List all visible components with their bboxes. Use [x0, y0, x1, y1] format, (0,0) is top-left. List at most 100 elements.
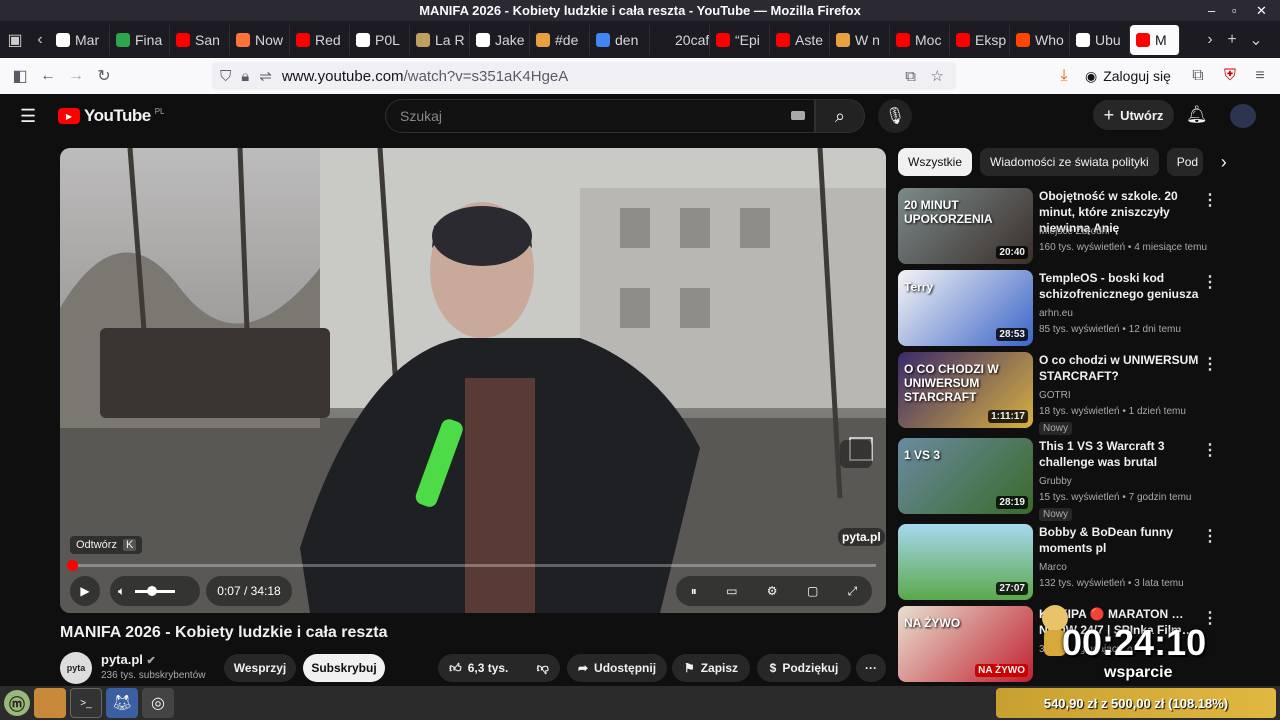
- account-button[interactable]: ◉ Zaloguj się: [1085, 64, 1171, 88]
- search-button[interactable]: ⌕: [815, 99, 865, 133]
- related-channel[interactable]: arhn.eu: [1039, 306, 1229, 322]
- ublock-icon[interactable]: ⛨: [1216, 62, 1244, 90]
- back-icon[interactable]: ←: [34, 62, 62, 90]
- share-button[interactable]: ➦ Udostępnij: [567, 654, 667, 682]
- terminal-icon[interactable]: >_: [70, 688, 102, 718]
- tab-8[interactable]: #de: [530, 24, 590, 55]
- start-menu-icon[interactable]: ⓜ: [4, 690, 30, 716]
- keyboard-icon[interactable]: [791, 111, 805, 120]
- video-thumbnail[interactable]: 20 MINUT UPOKORZENIA 20:40: [898, 188, 1033, 264]
- related-title[interactable]: Bobby & BoDean funny moments pl: [1039, 524, 1204, 556]
- tab-16[interactable]: Who: [1010, 24, 1070, 55]
- more-options-icon[interactable]: ⋮: [1202, 354, 1218, 374]
- minimize-button[interactable]: –: [1208, 0, 1215, 21]
- dislike-button[interactable]: 👎︎: [537, 661, 549, 676]
- channel-avatar[interactable]: pyta: [60, 652, 92, 684]
- related-channel[interactable]: GOTRI: [1039, 388, 1229, 404]
- chip-all[interactable]: Wszystkie: [898, 148, 972, 176]
- bookmark-star-icon[interactable]: ☆: [931, 67, 944, 85]
- fullscreen-icon[interactable]: ⤢: [848, 584, 858, 599]
- tab-2[interactable]: San: [170, 24, 230, 55]
- tabs-scroll-right-icon[interactable]: ›: [1200, 26, 1220, 54]
- sidebar-toggle-icon[interactable]: ◧: [6, 62, 34, 90]
- channel-name[interactable]: pyta.pl ✔: [101, 652, 156, 667]
- maximize-button[interactable]: ▫: [1232, 0, 1237, 21]
- video-player[interactable]: pyta.pl Odtwórz K ▶ 🔈︎ 0:07 / 34:18 ⏸ ▭ ⚙…: [60, 148, 886, 613]
- volume-control[interactable]: 🔈︎: [110, 576, 200, 606]
- tab-15[interactable]: Eksp: [950, 24, 1010, 55]
- voice-search-button[interactable]: 🎙︎: [878, 99, 912, 133]
- channel-watermark[interactable]: pyta.pl: [838, 528, 885, 546]
- video-thumbnail[interactable]: Terry 28:53: [898, 270, 1033, 346]
- tab-list-icon[interactable]: ▣: [0, 26, 30, 54]
- progress-scrubber[interactable]: [67, 560, 78, 571]
- tab-14[interactable]: Moc: [890, 24, 950, 55]
- files-icon[interactable]: [34, 688, 66, 718]
- reader-view-icon[interactable]: ⧉: [905, 68, 916, 85]
- related-channel[interactable]: Grubby: [1039, 474, 1229, 490]
- obs-icon[interactable]: ◎: [142, 688, 174, 718]
- related-video[interactable]: Terry 28:53 TempleOS - boski kod schizofre…: [898, 270, 1218, 348]
- tab-7[interactable]: Jake: [470, 24, 530, 55]
- more-options-icon[interactable]: ⋮: [1202, 526, 1218, 546]
- tab-9[interactable]: den: [590, 24, 650, 55]
- create-button[interactable]: + Utwórz: [1093, 100, 1174, 130]
- reload-icon[interactable]: ↻: [90, 62, 118, 90]
- permissions-icon[interactable]: ⇌: [259, 67, 272, 85]
- subscribe-button[interactable]: Subskrybuj: [303, 654, 385, 682]
- tabs-scroll-left-icon[interactable]: ‹: [30, 26, 50, 54]
- notifications-bell-icon[interactable]: 🔔︎: [1186, 105, 1208, 125]
- thanks-button[interactable]: $ Podziękuj: [757, 654, 851, 682]
- related-title[interactable]: TempleOS - boski kod schizofrenicznego g…: [1039, 270, 1204, 302]
- avatar[interactable]: [1230, 104, 1256, 128]
- tab-3[interactable]: Now: [230, 24, 290, 55]
- tab-overflow-icon[interactable]: ⌄: [1244, 26, 1268, 54]
- support-button[interactable]: Wesprzyj: [224, 654, 296, 682]
- related-channel[interactable]: Marco: [1039, 560, 1229, 576]
- more-options-icon[interactable]: ⋮: [1202, 190, 1218, 210]
- tab-12[interactable]: Aste: [770, 24, 830, 55]
- forward-icon[interactable]: →: [62, 62, 90, 90]
- extensions-icon[interactable]: ⧉: [1184, 62, 1212, 90]
- tab-6[interactable]: La R: [410, 24, 470, 55]
- url-bar[interactable]: ⛉ 🔒︎ ⇌ www.youtube.com/watch?v=s351aK4Hg…: [212, 62, 956, 90]
- youtube-logo[interactable]: ▶ YouTube PL: [58, 106, 165, 126]
- related-video[interactable]: O CO CHODZI W UNIWERSUM STARCRAFT 1:11:17…: [898, 352, 1218, 435]
- autoplay-toggle-icon[interactable]: ⏸: [691, 584, 697, 599]
- subtitles-icon[interactable]: ▭: [726, 584, 737, 598]
- video-thumbnail[interactable]: NA ŻYWO NA ŻYWO: [898, 606, 1033, 682]
- tab-13[interactable]: W n: [830, 24, 890, 55]
- tab-18[interactable]: M: [1130, 24, 1180, 55]
- like-button[interactable]: 👍︎ 6,3 tys.: [449, 661, 508, 676]
- tab-17[interactable]: Ubu: [1070, 24, 1130, 55]
- share-overlay-icon[interactable]: [840, 440, 872, 468]
- save-button[interactable]: ⚑ Zapisz: [672, 654, 750, 682]
- related-video[interactable]: 1 VS 3 28:19 This 1 VS 3 Warcraft 3 challe…: [898, 438, 1218, 521]
- related-channel[interactable]: Miejsce Zbrodni: [1039, 224, 1229, 240]
- play-button[interactable]: ▶: [70, 576, 100, 606]
- tab-5[interactable]: P0L: [350, 24, 410, 55]
- related-video[interactable]: 27:07 Bobby & BoDean funny moments pl Marc…: [898, 524, 1218, 602]
- hamburger-menu-icon[interactable]: ☰: [20, 106, 36, 127]
- new-tab-icon[interactable]: +: [1220, 26, 1244, 54]
- tab-11[interactable]: “Epi: [710, 24, 770, 55]
- chip-partial[interactable]: Pod: [1166, 148, 1203, 176]
- related-title[interactable]: This 1 VS 3 Warcraft 3 challenge was bru…: [1039, 438, 1204, 470]
- chip-politics[interactable]: Wiadomości ze świata polityki: [980, 148, 1159, 176]
- theater-mode-icon[interactable]: ▢: [807, 584, 818, 598]
- video-thumbnail[interactable]: 27:07: [898, 524, 1033, 600]
- menu-icon[interactable]: ≡: [1246, 62, 1274, 90]
- more-actions-icon[interactable]: ···: [856, 654, 886, 682]
- chips-next-icon[interactable]: ›: [1211, 148, 1237, 176]
- tab-10[interactable]: 20caf2: [650, 24, 710, 55]
- volume-slider[interactable]: [135, 585, 176, 596]
- downloads-icon[interactable]: ⤓: [1050, 62, 1078, 90]
- close-window-button[interactable]: ✕: [1256, 0, 1267, 21]
- video-thumbnail[interactable]: O CO CHODZI W UNIWERSUM STARCRAFT 1:11:17: [898, 352, 1033, 428]
- more-options-icon[interactable]: ⋮: [1202, 272, 1218, 292]
- video-thumbnail[interactable]: 1 VS 3 28:19: [898, 438, 1033, 514]
- firefox-taskbar-icon[interactable]: 🦊︎: [106, 688, 138, 718]
- search-input[interactable]: Szukaj: [385, 99, 815, 133]
- settings-gear-icon[interactable]: ⚙: [767, 584, 778, 598]
- tab-0[interactable]: Mar: [50, 24, 110, 55]
